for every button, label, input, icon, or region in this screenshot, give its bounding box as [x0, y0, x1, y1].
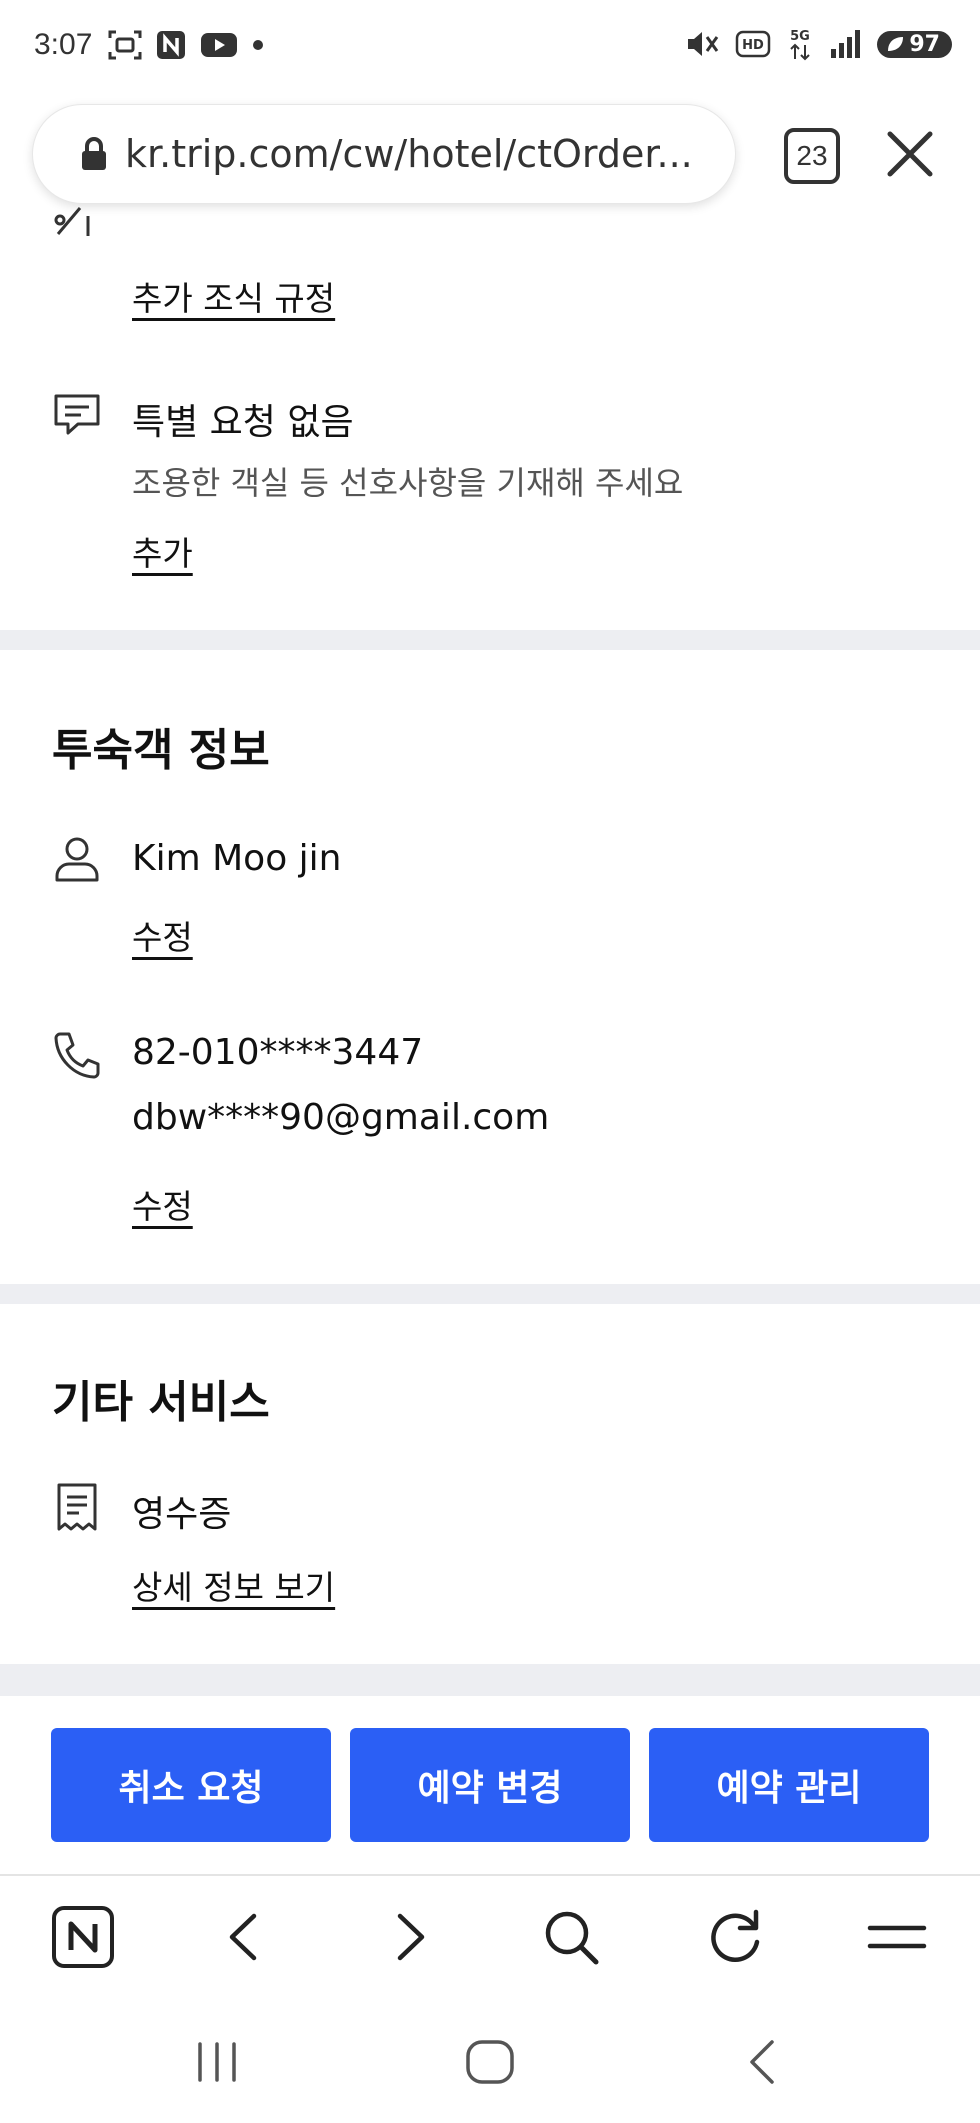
- extra-breakfast-policy-link[interactable]: 추가 조식 규정: [132, 272, 335, 320]
- special-request-title: 특별 요청 없음: [132, 402, 354, 443]
- signal-icon: [831, 30, 861, 58]
- other-services-heading: 기타 서비스: [52, 1377, 270, 1428]
- manage-booking-button[interactable]: 예약 관리: [649, 1728, 929, 1842]
- search-icon[interactable]: [538, 1904, 604, 1970]
- guest-info-heading: 투숙객 정보: [52, 725, 270, 776]
- add-special-request-link[interactable]: 추가: [132, 527, 193, 575]
- receipt-title: 영수증: [132, 1494, 232, 1535]
- tab-count: 23: [796, 140, 828, 171]
- hd-icon: HD: [736, 30, 771, 58]
- discount-icon: [54, 207, 90, 236]
- refresh-icon[interactable]: [702, 1904, 768, 1970]
- lock-icon: [82, 137, 106, 170]
- 5g-icon: 5G: [791, 29, 811, 61]
- section-divider: [0, 1664, 980, 1696]
- menu-icon[interactable]: [864, 1904, 930, 1970]
- tabs-button[interactable]: 23: [784, 128, 840, 184]
- guest-email: dbw****90@gmail.com: [132, 1097, 550, 1138]
- system-back-icon[interactable]: [738, 2032, 788, 2092]
- screenshot-icon: [108, 30, 142, 60]
- section-divider: [0, 1284, 980, 1304]
- status-left-icons: [108, 30, 264, 60]
- recent-apps-icon[interactable]: [192, 2032, 242, 2092]
- url-text: kr.trip.com/cw/hotel/ctOrder...: [125, 132, 693, 176]
- mute-icon: [688, 32, 719, 56]
- url-bar[interactable]: kr.trip.com/cw/hotel/ctOrder...: [32, 104, 736, 204]
- battery-level: 97: [909, 31, 940, 57]
- naver-app-icon: [157, 31, 185, 59]
- close-icon[interactable]: [882, 126, 938, 182]
- special-request-subtitle: 조용한 객실 등 선호사항을 기재해 주세요: [132, 464, 684, 502]
- forward-arrow-icon[interactable]: [376, 1904, 442, 1970]
- receipt-icon: [57, 1483, 97, 1531]
- battery-indicator: 97: [877, 30, 952, 58]
- change-booking-button[interactable]: 예약 변경: [350, 1728, 630, 1842]
- status-right-icons: HD 5G 97: [685, 26, 952, 62]
- home-icon[interactable]: [462, 2032, 518, 2092]
- guest-name: Kim Moo jin: [132, 838, 342, 879]
- svg-text:5G: 5G: [791, 29, 811, 44]
- naver-home-icon[interactable]: [50, 1904, 116, 1970]
- edit-contact-link[interactable]: 수정: [132, 1180, 193, 1228]
- section-divider: [0, 630, 980, 650]
- notification-dot-icon: [253, 40, 263, 50]
- svg-text:HD: HD: [743, 38, 765, 53]
- guest-phone: 82-010****3447: [132, 1032, 424, 1073]
- person-icon: [55, 837, 99, 882]
- leaf-icon: [888, 37, 904, 51]
- phone-icon: [54, 1032, 100, 1079]
- cancel-request-button[interactable]: 취소 요청: [51, 1728, 331, 1842]
- toolbar-divider: [0, 1874, 980, 1876]
- edit-guest-name-link[interactable]: 수정: [132, 911, 193, 959]
- status-time: 3:07: [34, 28, 93, 61]
- receipt-details-link[interactable]: 상세 정보 보기: [132, 1561, 335, 1609]
- youtube-icon: [201, 33, 237, 57]
- back-arrow-icon[interactable]: [212, 1904, 278, 1970]
- message-icon: [54, 394, 100, 435]
